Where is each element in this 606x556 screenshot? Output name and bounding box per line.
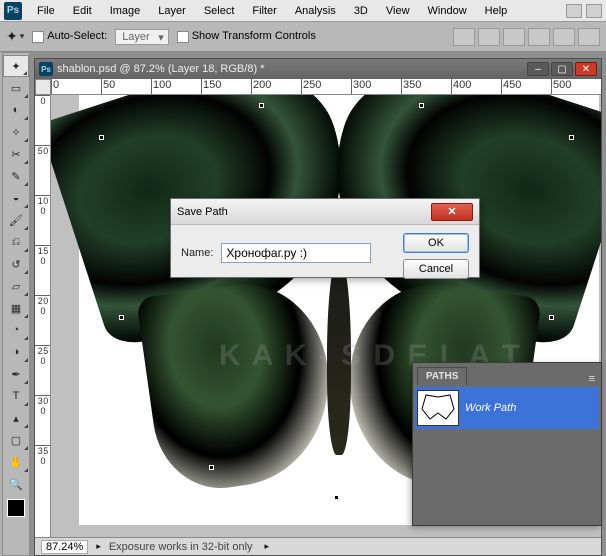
magic-wand-tool[interactable]: ✧ [3, 121, 29, 143]
document-titlebar[interactable]: Ps shablon.psd @ 87.2% (Layer 18, RGB/8)… [35, 59, 601, 79]
status-message: Exposure works in 32-bit only [109, 541, 253, 553]
rectangle-tool[interactable]: ▢ [3, 429, 29, 451]
history-brush-tool[interactable]: ↺ [3, 253, 29, 275]
auto-select-dropdown[interactable]: Layer [115, 29, 169, 45]
lasso-tool[interactable]: ◐ [3, 99, 29, 121]
status-menu-icon[interactable]: ▸ [265, 541, 270, 552]
align-button-1[interactable] [453, 28, 475, 46]
path-select-tool[interactable]: ▴ [3, 407, 29, 429]
dialog-title: Save Path [177, 206, 228, 218]
hand-tool[interactable]: ✋ [3, 451, 29, 473]
menu-select[interactable]: Select [195, 5, 244, 17]
menu-edit[interactable]: Edit [64, 5, 101, 17]
eyedropper-tool[interactable]: ✎ [3, 165, 29, 187]
menu-help[interactable]: Help [476, 5, 517, 17]
menu-analysis[interactable]: Analysis [286, 5, 345, 17]
auto-select-label: Auto-Select: [47, 30, 107, 42]
path-anchor[interactable] [209, 465, 214, 470]
align-button-4[interactable] [528, 28, 550, 46]
align-button-6[interactable] [578, 28, 600, 46]
clone-stamp-tool[interactable]: ⎌ [3, 231, 29, 253]
menu-bar: Ps File Edit Image Layer Select Filter A… [0, 0, 606, 22]
menu-layer[interactable]: Layer [149, 5, 195, 17]
path-anchor[interactable] [569, 135, 574, 140]
move-icon: ✦ [6, 28, 18, 45]
name-label: Name: [181, 247, 213, 259]
path-anchor[interactable] [419, 103, 424, 108]
blur-tool[interactable]: ◔ [3, 319, 29, 341]
window-close-button[interactable]: ✕ [575, 62, 597, 76]
paths-panel: PATHS ≡ Work Path [412, 362, 602, 526]
app-logo: Ps [4, 2, 22, 20]
path-name-input[interactable] [221, 243, 371, 263]
pen-tool[interactable]: ✒ [3, 363, 29, 385]
horizontal-ruler[interactable]: 050 100150 200250 300350 400450 500 [51, 79, 601, 95]
path-anchor[interactable] [119, 315, 124, 320]
save-path-dialog: Save Path ✕ OK Cancel Name: [170, 198, 480, 278]
status-bar: 87.24% ▸ Exposure works in 32-bit only ▸ [35, 537, 601, 555]
eraser-tool[interactable]: ▱ [3, 275, 29, 297]
show-transform-checkbox[interactable]: Show Transform Controls [177, 30, 316, 42]
align-button-2[interactable] [478, 28, 500, 46]
status-arrow-icon[interactable]: ▸ [96, 541, 101, 552]
zoom-level[interactable]: 87.24% [41, 540, 88, 554]
menu-3d[interactable]: 3D [345, 5, 377, 17]
align-button-5[interactable] [553, 28, 575, 46]
zoom-tool[interactable]: 🔍 [3, 473, 29, 495]
menu-file[interactable]: File [28, 5, 64, 17]
spot-heal-tool[interactable]: ◒ [3, 187, 29, 209]
document-title: shablon.psd @ 87.2% (Layer 18, RGB/8) * [57, 63, 264, 75]
window-maximize-button[interactable]: ▢ [551, 62, 573, 76]
path-anchor[interactable] [99, 135, 104, 140]
window-minimize-button[interactable]: – [527, 62, 549, 76]
options-bar: ✦▾ Auto-Select: Layer Show Transform Con… [0, 22, 606, 52]
path-item[interactable]: Work Path [415, 387, 599, 429]
screen-mode-button[interactable] [586, 4, 602, 18]
dodge-tool[interactable]: ◑ [3, 341, 29, 363]
workspace-switcher[interactable] [566, 4, 582, 18]
dialog-titlebar[interactable]: Save Path ✕ [171, 199, 479, 225]
gradient-tool[interactable]: ▦ [3, 297, 29, 319]
path-anchor[interactable] [334, 495, 339, 500]
menu-image[interactable]: Image [101, 5, 150, 17]
align-button-3[interactable] [503, 28, 525, 46]
cancel-button[interactable]: Cancel [403, 259, 469, 279]
doc-icon: Ps [39, 62, 53, 76]
toolbox: ✦ ▭ ◐ ✧ ✂ ✎ ◒ 🖌 ⎌ ↺ ▱ ▦ ◔ ◑ ✒ T ▴ ▢ ✋ 🔍 [2, 52, 30, 556]
move-tool-indicator[interactable]: ✦▾ [6, 28, 24, 45]
auto-select-checkbox[interactable]: Auto-Select: [32, 30, 107, 42]
ok-button[interactable]: OK [403, 233, 469, 253]
paths-tab[interactable]: PATHS [417, 367, 467, 385]
dialog-close-button[interactable]: ✕ [431, 203, 473, 221]
marquee-tool[interactable]: ▭ [3, 77, 29, 99]
ruler-origin[interactable] [35, 79, 51, 95]
move-tool[interactable]: ✦ [3, 55, 29, 77]
crop-tool[interactable]: ✂ [3, 143, 29, 165]
menu-window[interactable]: Window [419, 5, 476, 17]
path-item-name: Work Path [465, 402, 516, 414]
panel-menu-icon[interactable]: ≡ [583, 373, 601, 385]
path-thumbnail [417, 390, 459, 426]
type-tool[interactable]: T [3, 385, 29, 407]
path-anchor[interactable] [549, 315, 554, 320]
fg-bg-color-swatch[interactable] [7, 499, 25, 517]
menu-view[interactable]: View [377, 5, 419, 17]
brush-tool[interactable]: 🖌 [3, 209, 29, 231]
show-transform-label: Show Transform Controls [192, 30, 316, 42]
path-anchor[interactable] [259, 103, 264, 108]
menu-filter[interactable]: Filter [243, 5, 285, 17]
vertical-ruler[interactable]: 05 0 1 0 01 5 0 2 0 02 5 0 3 0 03 5 0 [35, 95, 51, 537]
